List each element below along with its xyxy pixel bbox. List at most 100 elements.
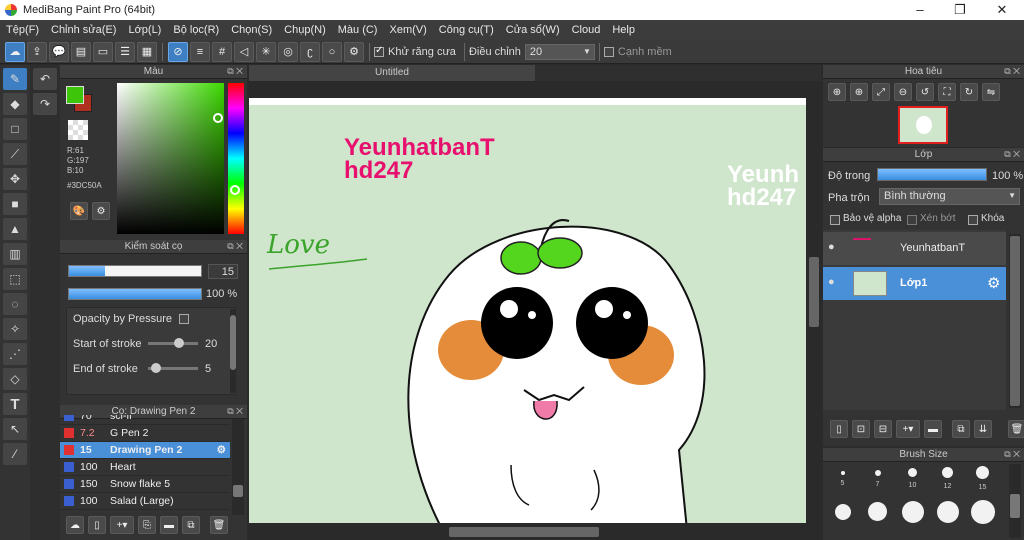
panel-close-icon[interactable]: ⧉ ✕ — [227, 240, 243, 253]
snap-settings-icon[interactable]: ⚙ — [344, 41, 364, 62]
brush-size-preset[interactable]: 7 — [860, 462, 895, 495]
panel-close-icon[interactable]: ⧉ ✕ — [1004, 65, 1020, 78]
message-icon[interactable]: ▤ — [71, 41, 91, 62]
start-stroke-slider[interactable] — [148, 338, 198, 348]
menu-file[interactable]: Tệp(F) — [0, 24, 45, 36]
radial-snap-icon[interactable]: ✳ — [256, 41, 276, 62]
select-tool-icon[interactable]: ⬚ — [3, 268, 27, 290]
perspective-snap-icon[interactable]: ◁ — [234, 41, 254, 62]
fullscreen-icon[interactable]: ⛶ — [938, 83, 956, 101]
operation-tool-icon[interactable]: ↖ — [3, 418, 27, 440]
menu-layer[interactable]: Lớp(L) — [122, 24, 167, 36]
duplicate-layer-icon[interactable]: ⧉ — [952, 420, 970, 438]
list-icon[interactable]: ☰ — [115, 41, 135, 62]
brush-size-preset[interactable]: 10 — [895, 462, 930, 495]
scrollbar-thumb[interactable] — [233, 485, 243, 497]
undo-icon[interactable]: ↶ — [33, 68, 57, 90]
new-brush-icon[interactable]: ▯ — [88, 516, 106, 534]
menu-select[interactable]: Chọn(S) — [225, 24, 278, 36]
curve-snap-icon[interactable]: ʗ — [300, 41, 320, 62]
add-layer-menu-icon[interactable]: +▾ — [896, 420, 920, 438]
brush-item[interactable]: 7.2 G Pen 2 — [60, 425, 230, 442]
scrollbar-thumb[interactable] — [449, 527, 599, 537]
end-stroke-handle[interactable] — [151, 363, 161, 373]
sv-picker-handle[interactable] — [213, 113, 223, 123]
circle-snap-icon[interactable]: ○ — [322, 41, 342, 62]
zoom-in-icon[interactable]: ⊕ — [828, 83, 846, 101]
layer-list-scrollbar[interactable] — [1009, 234, 1021, 408]
minimize-button[interactable]: – — [900, 0, 940, 20]
brush-item[interactable]: 70 sci-fi — [60, 415, 230, 425]
new-layer-icon[interactable]: ▯ — [830, 420, 848, 438]
menu-snap[interactable]: Chụp(N) — [278, 24, 332, 36]
palette-settings-icon[interactable]: ⚙ — [92, 202, 110, 220]
lasso-tool-icon[interactable]: ◌ — [3, 293, 27, 315]
brush-control-scrollbar[interactable] — [230, 309, 236, 393]
concentric-snap-icon[interactable]: ◎ — [278, 41, 298, 62]
grid-check-icon[interactable]: ▦ — [137, 41, 157, 62]
canvas-vertical-scrollbar[interactable] — [808, 83, 820, 524]
snap-off-icon[interactable]: ⊘ — [168, 41, 188, 62]
brush-size-preset[interactable]: 12 — [930, 462, 965, 495]
hue-slider[interactable] — [228, 83, 244, 234]
cloud-save-icon[interactable]: ☁ — [5, 41, 25, 62]
delete-icon[interactable]: 🗑 — [210, 516, 228, 534]
text-tool-icon[interactable]: T — [3, 393, 27, 415]
layer-folder-icon[interactable]: ▬ — [924, 420, 942, 438]
navigator-thumbnail[interactable] — [898, 106, 948, 144]
menu-help[interactable]: Help — [606, 24, 641, 36]
blend-mode-select[interactable]: Bình thường ▼ — [879, 188, 1020, 205]
brush-list-scrollbar[interactable] — [232, 419, 244, 515]
brush-size-preset[interactable] — [825, 495, 860, 528]
hue-slider-handle[interactable] — [230, 185, 240, 195]
brush-size-preset[interactable] — [930, 495, 965, 528]
protect-alpha-checkbox[interactable] — [830, 215, 840, 225]
menu-view[interactable]: Xem(V) — [383, 24, 432, 36]
cloud-brush-icon[interactable]: ☁ — [66, 516, 84, 534]
scrollbar-thumb[interactable] — [1010, 494, 1020, 518]
brush-size-preset[interactable]: 5 — [825, 462, 860, 495]
close-button[interactable]: ✕ — [982, 0, 1022, 20]
magic-wand-tool-icon[interactable]: ✧ — [3, 318, 27, 340]
add-brush-icon[interactable]: +▾ — [110, 516, 134, 534]
scrollbar-thumb[interactable] — [1010, 236, 1020, 406]
move-tool-icon[interactable]: ✥ — [3, 168, 27, 190]
brush-size-scrollbar[interactable] — [1009, 464, 1021, 538]
menu-filter[interactable]: Bộ lọc(R) — [167, 24, 225, 36]
layer-opacity-slider[interactable] — [877, 168, 987, 181]
brush-tool-icon[interactable]: ✎ — [3, 68, 27, 90]
palette-icon[interactable]: 🎨 — [70, 202, 88, 220]
menu-color[interactable]: Màu (C) — [332, 24, 384, 36]
fit-screen-icon[interactable]: ⤢ — [872, 83, 890, 101]
fill-rect-tool-icon[interactable]: ■ — [3, 193, 27, 215]
redo-icon[interactable]: ↷ — [33, 93, 57, 115]
gradient-tool-icon[interactable]: ▥ — [3, 243, 27, 265]
select-pen-tool-icon[interactable]: ⋰ — [3, 343, 27, 365]
visibility-icon[interactable]: ● — [828, 241, 835, 253]
import-brush-icon[interactable]: ⎘ — [138, 516, 156, 534]
menu-edit[interactable]: Chỉnh sửa(E) — [45, 24, 122, 36]
grid-snap-icon[interactable]: # — [212, 41, 232, 62]
comment-icon[interactable]: 💬 — [49, 41, 69, 62]
rotate-right-icon[interactable]: ↻ — [960, 83, 978, 101]
brush-size-preset[interactable] — [895, 495, 930, 528]
rotate-left-icon[interactable]: ↺ — [916, 83, 934, 101]
brush-size-preset[interactable] — [860, 495, 895, 528]
layer-row-selected[interactable]: ● Lớp1 ⚙ — [823, 267, 1006, 300]
panel-close-icon[interactable]: ⧉ ✕ — [227, 65, 243, 78]
layer-row[interactable]: ● ▬▬▬ YeunhatbanT — [823, 232, 1006, 265]
zoom-out-icon[interactable]: ⊖ — [894, 83, 912, 101]
share-icon[interactable]: ⇪ — [27, 41, 47, 62]
drawing-canvas[interactable]: YeunhatbanT hd247 Yeunh hd247 Love — [249, 98, 806, 523]
new-layer-1bit-icon[interactable]: ⊟ — [874, 420, 892, 438]
zoom-in-2-icon[interactable]: ⊕ — [850, 83, 868, 101]
delete-layer-icon[interactable]: 🗑 — [1008, 420, 1024, 438]
eyedropper-tool-icon[interactable]: ⁄ — [3, 443, 27, 465]
page-icon[interactable]: ▭ — [93, 41, 113, 62]
panel-close-icon[interactable]: ⧉ ✕ — [1004, 148, 1020, 161]
antialias-checkbox[interactable] — [374, 45, 384, 57]
color-sv-picker[interactable] — [117, 83, 224, 234]
visibility-icon[interactable]: ● — [828, 276, 835, 288]
menu-window[interactable]: Cửa sổ(W) — [500, 24, 566, 36]
restore-button[interactable]: ❐ — [940, 0, 980, 20]
